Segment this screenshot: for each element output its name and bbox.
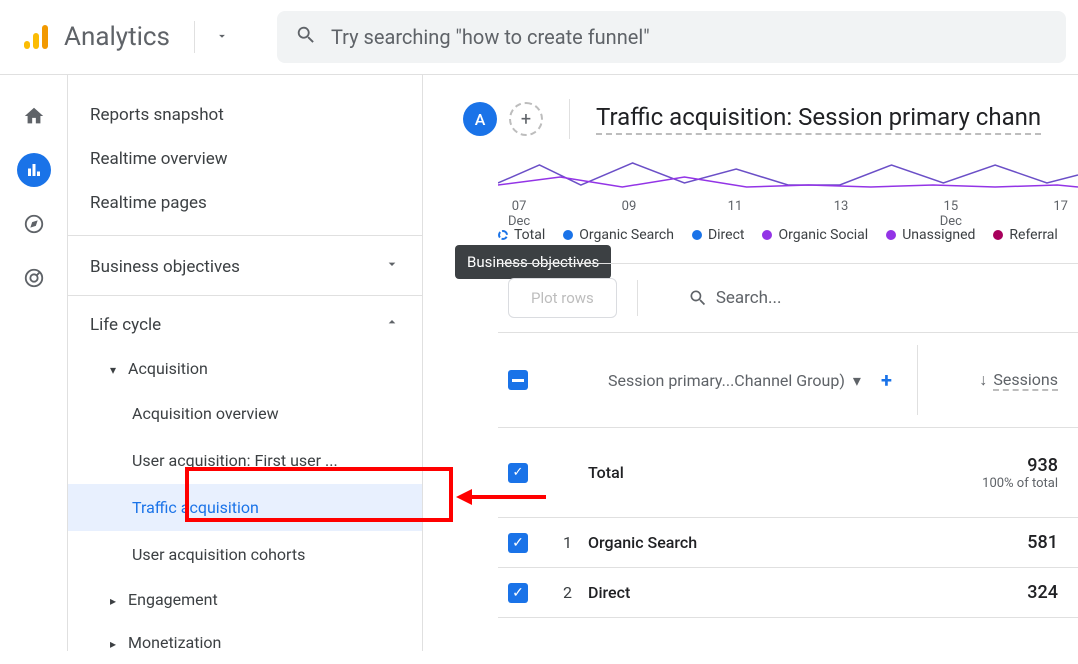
row-index: 1 [548,533,588,552]
caret-right-icon: ▸ [110,637,116,651]
table-search[interactable]: Search... [688,288,782,308]
total-label: Total [588,463,918,482]
rail-reports-icon[interactable] [17,153,51,187]
table-row: ✓ 1 Organic Search 581 [498,518,1078,568]
legend-direct[interactable]: Direct [692,227,745,243]
chevron-down-icon [384,256,400,277]
search-icon [295,24,317,50]
icon-rail [0,75,68,651]
legend-total[interactable]: Total [498,227,545,243]
plot-rows-button[interactable]: Plot rows [508,278,617,318]
table-header: Session primary...Channel Group) ▾ + ↓ S… [498,333,1078,428]
page-title[interactable]: Traffic acquisition: Session primary cha… [596,103,1041,135]
line-chart[interactable] [498,155,1078,195]
rail-advertising-icon[interactable] [17,261,51,295]
search-icon [688,288,708,308]
rail-home-icon[interactable] [17,99,51,133]
caret-down-icon: ▾ [110,363,116,377]
sort-down-icon: ↓ [979,370,987,390]
add-comparison-button[interactable]: + [509,102,543,136]
nav-user-acquisition[interactable]: User acquisition: First user ... [68,437,422,484]
x-label: 17 [1053,199,1068,229]
chart-area: 07Dec 09 11 13 15Dec 17 [498,155,1078,215]
dimension-header[interactable]: Session primary...Channel Group) ▾ + [548,368,917,392]
nav-acquisition-overview[interactable]: Acquisition overview [68,390,422,437]
table-row: ✓ 2 Direct 324 [498,568,1078,618]
row-sessions: 581 [918,532,1068,553]
nav-acquisition[interactable]: ▾Acquisition [68,347,422,390]
nav-monetization[interactable]: ▸Monetization [68,621,422,664]
top-bar: Analytics Try searching "how to create f… [0,0,1078,75]
row-checkbox[interactable]: ✓ [508,533,548,553]
caret-right-icon: ▸ [110,594,116,608]
app-title: Analytics [64,22,170,52]
x-label: 13 [834,199,849,229]
legend-organic-social[interactable]: Organic Social [762,227,868,243]
row-name[interactable]: Direct [588,583,918,602]
sessions-header[interactable]: ↓ Sessions [918,370,1068,391]
total-sessions: 938 100% of total [918,455,1068,491]
chart-x-labels: 07Dec 09 11 13 15Dec 17 [498,199,1078,229]
nav-user-acquisition-cohorts[interactable]: User acquisition cohorts [68,531,422,578]
nav-label: Life cycle [90,315,161,335]
row-name[interactable]: Organic Search [588,533,918,552]
nav-label: Business objectives [90,257,240,277]
table-search-placeholder: Search... [716,288,782,308]
avatar-button[interactable]: A [463,102,497,136]
row-checkbox[interactable]: ✓ [508,463,548,483]
add-dimension-icon[interactable]: + [881,368,892,392]
nav-business-objectives[interactable]: Business objectives [68,244,422,289]
analytics-logo [20,21,52,53]
legend-organic-search[interactable]: Organic Search [563,227,674,243]
rail-explore-icon[interactable] [17,207,51,241]
x-label: 07Dec [508,199,530,229]
legend-referral[interactable]: Referral [993,227,1057,243]
row-sessions: 324 [918,582,1068,603]
header-checkbox[interactable] [508,370,548,390]
divider [569,99,570,139]
row-checkbox[interactable]: ✓ [508,583,548,603]
search-placeholder: Try searching "how to create funnel" [331,25,650,49]
nav-traffic-acquisition[interactable]: Traffic acquisition [68,484,422,531]
account-dropdown[interactable] [207,20,237,55]
content-area: A + Traffic acquisition: Session primary… [423,75,1078,651]
divider [194,21,195,53]
chevron-up-icon [384,314,400,335]
legend-unassigned[interactable]: Unassigned [886,227,975,243]
nav-realtime-pages[interactable]: Realtime pages [68,181,422,225]
table-area: Plot rows Search... Session primary...Ch… [498,263,1078,618]
x-label: 15Dec [940,199,962,229]
row-index: 2 [548,583,588,602]
caret-down-icon: ▾ [853,371,861,390]
nav-panel: Reports snapshot Realtime overview Realt… [68,75,423,651]
content-header: A + Traffic acquisition: Session primary… [423,75,1078,155]
nav-life-cycle[interactable]: Life cycle [68,302,422,347]
table-total-row: ✓ Total 938 100% of total [498,428,1078,518]
nav-engagement[interactable]: ▸Engagement [68,578,422,621]
x-label: 11 [728,199,743,229]
x-label: 09 [622,199,637,229]
search-bar[interactable]: Try searching "how to create funnel" [277,11,1066,63]
nav-realtime-overview[interactable]: Realtime overview [68,137,422,181]
table-controls: Plot rows Search... [498,264,1078,333]
nav-reports-snapshot[interactable]: Reports snapshot [68,93,422,137]
